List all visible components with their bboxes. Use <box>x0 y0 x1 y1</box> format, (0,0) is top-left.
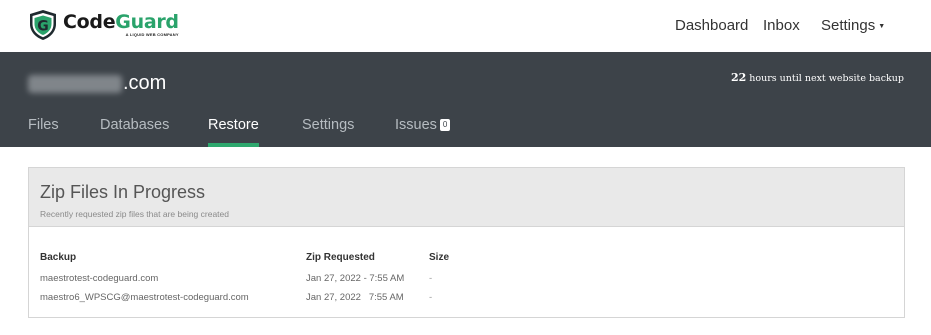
nav-inbox-link[interactable]: Inbox <box>763 17 800 34</box>
backup-hours: 22 <box>730 71 747 84</box>
logo-letter: G <box>37 19 49 35</box>
site-tabs: Files Databases Restore Settings Issues 0 <box>0 115 931 147</box>
column-header-size: Size <box>429 252 450 263</box>
logo-name-part1: Code <box>63 11 116 33</box>
logo-wordmark: CodeGuard A LIQUID WEB COMPANY <box>63 13 179 37</box>
caret-down-icon: ▼ <box>878 22 886 30</box>
panel-subtitle: Recently requested zip files that are be… <box>40 209 230 219</box>
tab-issues[interactable]: Issues 0 <box>395 117 451 147</box>
nav-dashboard-link[interactable]: Dashboard <box>675 17 748 34</box>
row-1-backup: maestrotest-codeguard.com <box>40 273 159 284</box>
tab-files[interactable]: Files <box>28 117 59 147</box>
blurred-domain-name <box>28 74 122 93</box>
site-header: .com 22 hours until next website backup … <box>0 52 931 147</box>
tab-databases[interactable]: Databases <box>100 117 169 147</box>
top-bar: G CodeGuard A LIQUID WEB COMPANY Dashboa… <box>0 0 931 52</box>
row-1-size: - <box>429 273 433 284</box>
tab-issues-label: Issues <box>395 117 437 133</box>
column-header-zip-requested: Zip Requested <box>306 252 375 263</box>
row-1-zip-requested: Jan 27, 2022 - 7:55 AM <box>306 273 405 284</box>
codeguard-logo[interactable]: G CodeGuard A LIQUID WEB COMPANY <box>28 9 179 41</box>
logo-name-part2: Guard <box>115 11 179 33</box>
shield-logo-icon: G <box>30 10 56 40</box>
tab-settings[interactable]: Settings <box>302 117 354 147</box>
backup-text: hours until next website backup <box>746 73 904 84</box>
panel-title: Zip Files In Progress <box>40 182 206 202</box>
tab-restore[interactable]: Restore <box>208 117 259 147</box>
issues-count-badge: 0 <box>439 119 451 131</box>
row-2-zip-requested: Jan 27, 2022 7:55 AM <box>306 292 404 303</box>
nav-settings-menu[interactable]: Settings ▼ <box>821 17 885 34</box>
logo-tagline: A LIQUID WEB COMPANY <box>125 32 179 37</box>
column-header-backup: Backup <box>40 252 77 263</box>
site-domain: .com <box>28 72 166 95</box>
panel-header: Zip Files In Progress Recently requested… <box>29 168 904 227</box>
row-2-size: - <box>429 292 433 303</box>
domain-tld: .com <box>123 72 167 94</box>
zip-files-panel: Zip Files In Progress Recently requested… <box>28 167 905 318</box>
row-2-backup: maestro6_WPSCG@maestrotest-codeguard.com <box>40 292 249 303</box>
next-backup-note: 22 hours until next website backup <box>731 71 904 84</box>
nav-settings-label: Settings <box>821 17 876 34</box>
